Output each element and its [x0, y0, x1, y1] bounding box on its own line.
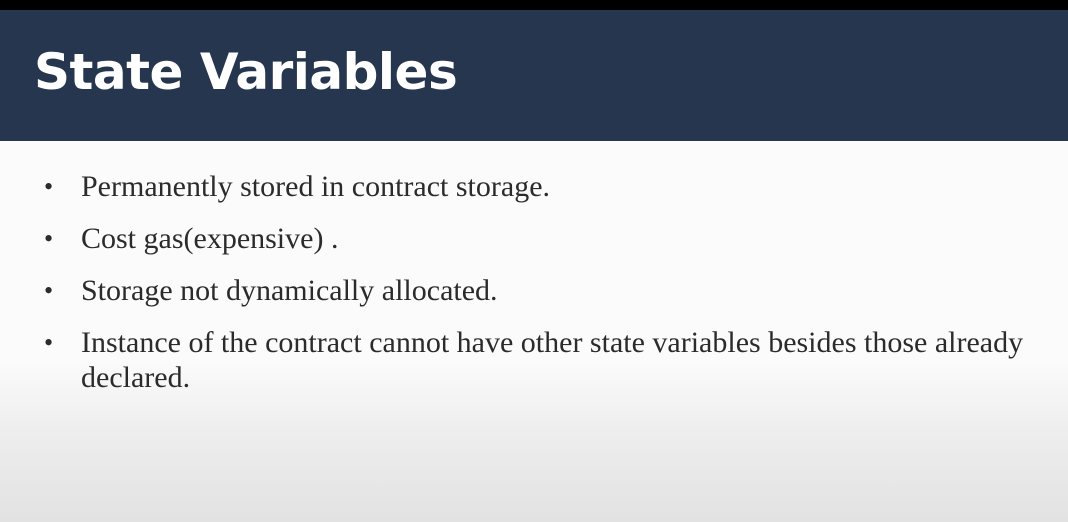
- bullet-text: Cost gas(expensive) .: [81, 222, 339, 255]
- bullet-item: • Cost gas(expensive) .: [0, 221, 1068, 256]
- title-bar: State Variables: [0, 10, 1068, 141]
- bullet-text: Instance of the contract cannot have oth…: [81, 326, 1024, 394]
- bullet-icon: •: [44, 172, 54, 201]
- bullet-item: • Instance of the contract cannot have o…: [0, 325, 1068, 395]
- bullet-icon: •: [44, 328, 54, 357]
- bullet-icon: •: [44, 276, 54, 305]
- bullet-item: • Permanently stored in contract storage…: [0, 169, 1068, 204]
- slide-title: State Variables: [34, 43, 458, 101]
- bullet-item: • Storage not dynamically allocated.: [0, 273, 1068, 308]
- bullet-list: • Permanently stored in contract storage…: [0, 169, 1068, 412]
- bullet-text: Storage not dynamically allocated.: [81, 274, 498, 307]
- bullet-icon: •: [44, 224, 54, 253]
- slide: State Variables • Permanently stored in …: [0, 10, 1068, 522]
- bullet-text: Permanently stored in contract storage.: [81, 170, 551, 203]
